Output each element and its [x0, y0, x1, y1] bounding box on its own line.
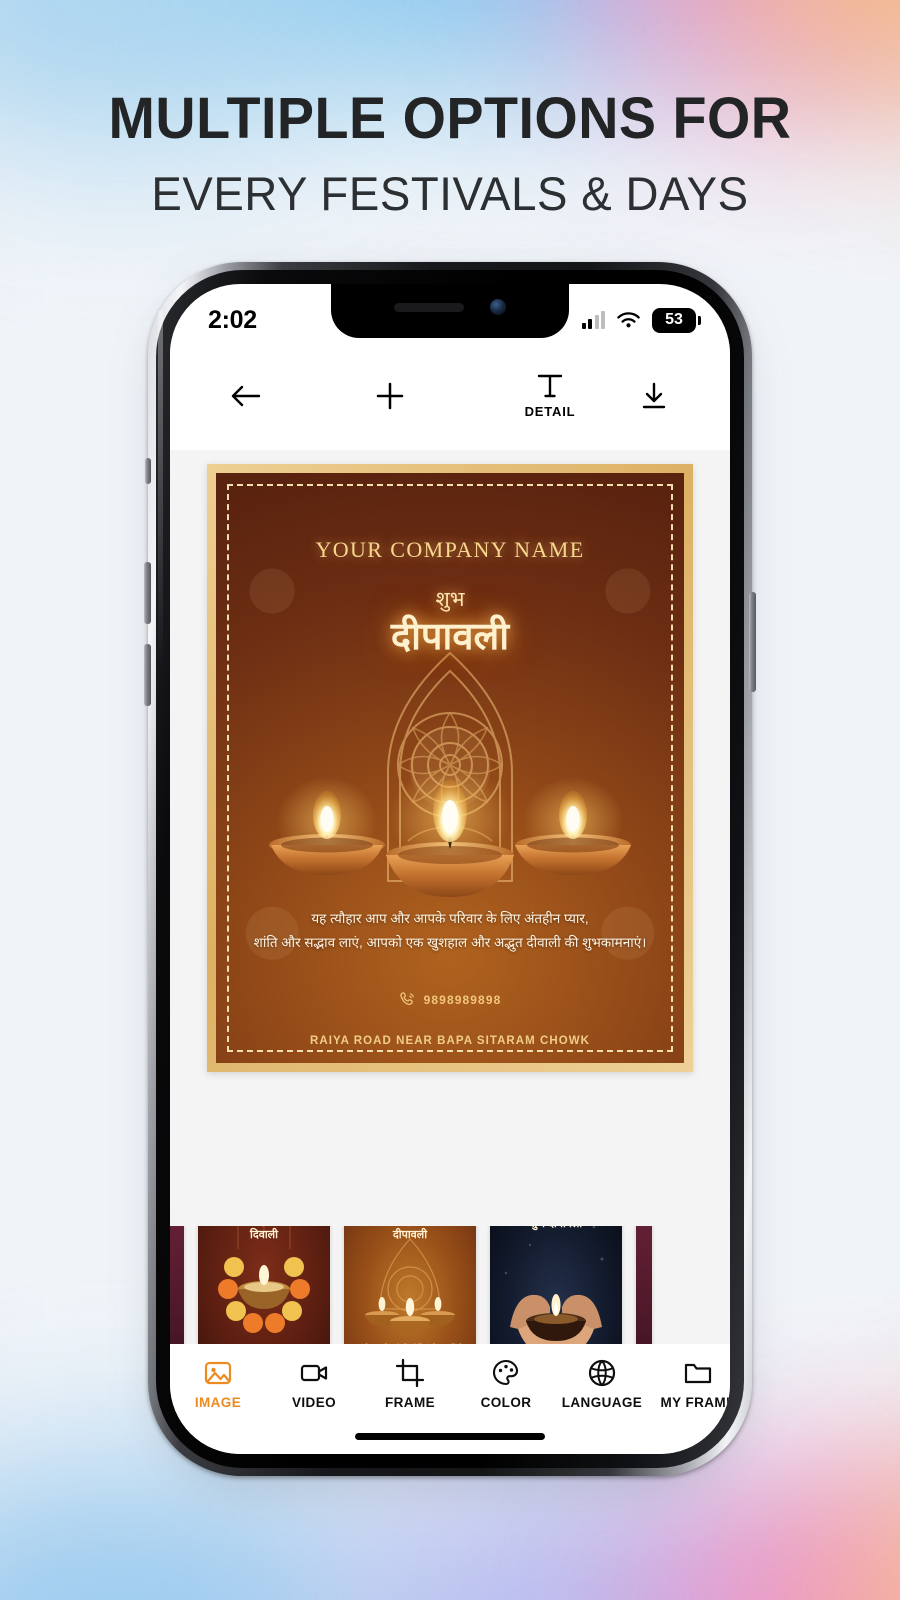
- poster-contact-row[interactable]: 9898989898: [216, 991, 684, 1008]
- nav-label-frame: FRAME: [385, 1395, 435, 1410]
- palette-icon: [492, 1359, 519, 1386]
- app-toolbar: DETAIL: [170, 342, 730, 450]
- poster-company-name[interactable]: YOUR COMPANY NAME: [216, 537, 684, 563]
- add-button[interactable]: [348, 381, 432, 411]
- folder-icon: [684, 1363, 712, 1384]
- wifi-icon: [617, 311, 640, 327]
- phone-mockup: 2:02 53 DETAIL YOUR COMPANY NAME शुभ दीप…: [144, 262, 756, 1486]
- thumb-edge-left[interactable]: [170, 1226, 184, 1344]
- text-tool-icon: [537, 374, 563, 398]
- status-clock: 2:02: [208, 305, 257, 334]
- nav-label-my-frame: MY FRAME: [660, 1395, 730, 1410]
- back-button[interactable]: [204, 382, 288, 410]
- phone-volume-up-button[interactable]: [144, 562, 151, 624]
- thumb-mandala-diyas[interactable]: शुभ दीपावली यह त्यौहार आप और आपके परिवार…: [344, 1226, 476, 1344]
- download-icon: [642, 382, 666, 409]
- template-thumbnail-strip[interactable]: शुभ दिवाली आपको और आपके परिवार को दिवाली…: [170, 1226, 730, 1344]
- promo-headline: MULTIPLE OPTIONS FOR EVERY FESTIVALS & D…: [0, 86, 900, 220]
- nav-item-video[interactable]: VIDEO: [266, 1358, 362, 1410]
- nav-label-language: LANGUAGE: [561, 1395, 643, 1410]
- headline-line-2: EVERY FESTIVALS & DAYS: [151, 167, 749, 220]
- home-indicator[interactable]: [355, 1433, 545, 1440]
- thumb-1-title: शुभ दिवाली: [198, 1226, 330, 1243]
- image-icon: [204, 1361, 232, 1385]
- nav-label-image: IMAGE: [194, 1395, 242, 1410]
- thumb-2-title: शुभ दीपावली: [344, 1226, 476, 1243]
- phone-icon: [399, 992, 414, 1005]
- thumb-3-title-large: शुभ दीपावली: [490, 1226, 622, 1232]
- battery-indicator: 53: [652, 307, 701, 333]
- nav-item-language[interactable]: LANGUAGE: [554, 1358, 650, 1410]
- thumb-2-title-large: दीपावली: [392, 1228, 428, 1241]
- poster-preview[interactable]: YOUR COMPANY NAME शुभ दीपावली यह त्यौहार…: [207, 464, 693, 1072]
- marigold-garland-art: [218, 1226, 310, 1333]
- nav-item-image[interactable]: IMAGE: [170, 1358, 266, 1410]
- thumb-edge-right[interactable]: [636, 1226, 652, 1344]
- nav-item-frame[interactable]: FRAME: [362, 1358, 458, 1410]
- hands-holding-diya-art: [504, 1226, 604, 1344]
- front-camera-icon: [490, 299, 506, 315]
- nav-label-color: COLOR: [480, 1395, 532, 1410]
- poster-address[interactable]: RAIYA ROAD NEAR BAPA SITARAM CHOWK: [216, 1035, 684, 1047]
- status-indicators: 53: [581, 307, 701, 333]
- earpiece-speaker: [394, 302, 464, 312]
- thumb-3-title: शुभ दीपावली: [490, 1226, 622, 1232]
- plus-icon: [376, 382, 404, 410]
- poster-greeting-large[interactable]: दीपावली: [216, 609, 684, 661]
- crop-frame-icon: [395, 1358, 425, 1388]
- thumb-1-title-large: दिवाली: [250, 1228, 278, 1241]
- text-detail-label: DETAIL: [524, 404, 576, 419]
- editor-canvas-area: YOUR COMPANY NAME शुभ दीपावली यह त्यौहार…: [170, 450, 730, 1226]
- phone-screen: 2:02 53 DETAIL YOUR COMPANY NAME शुभ दीप…: [170, 284, 730, 1454]
- phone-notch: [331, 284, 569, 338]
- thumb-marigold-diya[interactable]: शुभ दिवाली आपको और आपके परिवार को दिवाली…: [198, 1226, 330, 1344]
- globe-icon: [588, 1359, 616, 1387]
- poster-message[interactable]: यह त्यौहार आप और आपके परिवार के लिए अंतह…: [242, 907, 658, 954]
- video-camera-icon: [300, 1364, 328, 1382]
- nav-item-my-frame[interactable]: MY FRAME: [650, 1358, 730, 1410]
- download-button[interactable]: [612, 382, 696, 410]
- text-detail-button[interactable]: DETAIL: [508, 373, 592, 419]
- diya-lamps-illustration: [269, 769, 631, 897]
- signal-bars-icon: [581, 311, 605, 329]
- poster-phone-number: 9898989898: [423, 992, 502, 1007]
- thumb-hands-diya[interactable]: शुभ दीपावली प्रकाश व खुशियों का पर्व दीप…: [490, 1226, 622, 1344]
- phone-mute-switch[interactable]: [145, 458, 151, 484]
- headline-line-1: MULTIPLE OPTIONS FOR: [108, 86, 792, 151]
- phone-volume-down-button[interactable]: [144, 644, 151, 706]
- nav-item-color[interactable]: COLOR: [458, 1358, 554, 1410]
- back-arrow-icon: [231, 385, 261, 407]
- poster-message-line-1: यह त्यौहार आप और आपके परिवार के लिए अंतह…: [311, 911, 589, 926]
- mandala-diyas-art: [365, 1238, 455, 1335]
- poster-artwork: YOUR COMPANY NAME शुभ दीपावली यह त्यौहार…: [216, 473, 684, 1063]
- nav-label-video: VIDEO: [291, 1395, 336, 1410]
- phone-power-button[interactable]: [749, 592, 756, 692]
- poster-message-line-2: शांति और सद्भाव लाएं, आपको एक खुशहाल और …: [253, 934, 647, 950]
